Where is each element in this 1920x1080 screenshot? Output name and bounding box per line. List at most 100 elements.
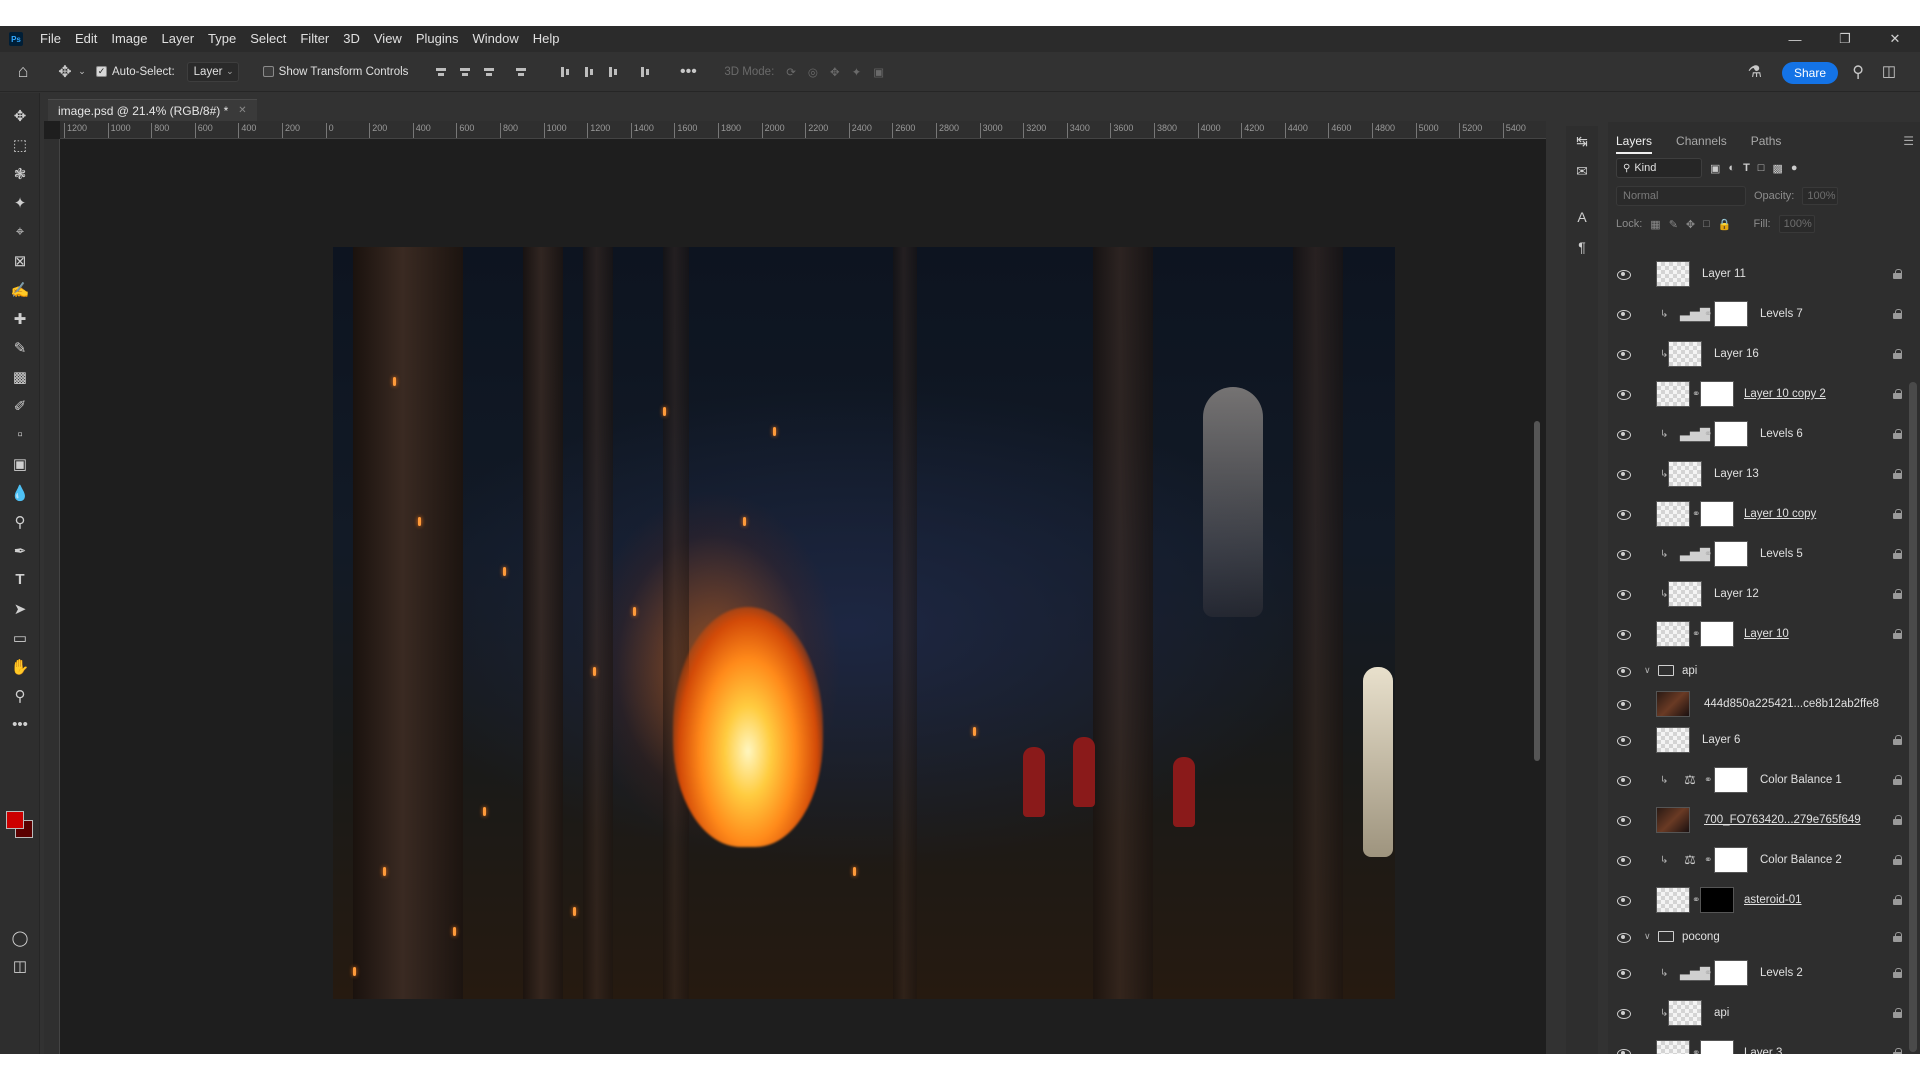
- layer-name[interactable]: Layer 10 copy 2: [1744, 388, 1826, 400]
- menu-type[interactable]: Type: [201, 26, 243, 52]
- layer-row[interactable]: ∨ pocong: [1608, 920, 1906, 953]
- quick-mask-icon[interactable]: ◯: [0, 923, 40, 952]
- type-tool-icon[interactable]: T: [0, 565, 40, 594]
- layer-row[interactable]: ↳ ▃▅▇ ⚭ Levels 7: [1608, 294, 1906, 334]
- layer-row[interactable]: ↳ ▃▅▇ ⚭ Levels 6: [1608, 414, 1906, 454]
- fill-field[interactable]: 100%: [1778, 215, 1815, 233]
- more-options-icon[interactable]: •••: [678, 63, 698, 81]
- foreground-color-swatch[interactable]: [6, 811, 24, 829]
- layer-name[interactable]: api: [1714, 1007, 1729, 1019]
- visibility-eye-icon[interactable]: [1615, 666, 1631, 677]
- eyedropper-tool-icon[interactable]: ✍: [0, 275, 40, 304]
- layer-mask-thumbnail[interactable]: [1700, 621, 1734, 647]
- layer-mask-thumbnail[interactable]: [1714, 767, 1748, 793]
- layer-name[interactable]: Layer 16: [1714, 348, 1759, 360]
- show-transform-option[interactable]: Show Transform Controls: [262, 66, 408, 78]
- visibility-eye-icon[interactable]: [1615, 389, 1631, 400]
- marquee-tool-icon[interactable]: ⬚: [0, 130, 40, 159]
- menu-help[interactable]: Help: [526, 26, 567, 52]
- character-icon[interactable]: A: [1566, 202, 1598, 232]
- menu-3d[interactable]: 3D: [336, 26, 367, 52]
- close-icon[interactable]: ✕: [1870, 26, 1920, 52]
- layer-mask-thumbnail[interactable]: [1714, 541, 1748, 567]
- crop-tool-icon[interactable]: ⌖: [0, 217, 40, 246]
- align-left-icon[interactable]: [434, 65, 448, 79]
- visibility-eye-icon[interactable]: [1615, 349, 1631, 360]
- layer-thumbnail[interactable]: [1668, 581, 1702, 607]
- distribute-icon[interactable]: [514, 65, 528, 79]
- align-middle-icon[interactable]: [582, 65, 596, 79]
- layer-row[interactable]: ⚭ Layer 10 copy: [1608, 494, 1906, 534]
- menu-image[interactable]: Image: [104, 26, 154, 52]
- kind-filter-dropdown[interactable]: ⚲ Kind: [1616, 158, 1702, 178]
- visibility-eye-icon[interactable]: [1615, 968, 1631, 979]
- hand-tool-icon[interactable]: ✋: [0, 652, 40, 681]
- close-tab-icon[interactable]: ✕: [238, 105, 246, 116]
- edit-toolbar-icon[interactable]: •••: [0, 710, 40, 739]
- layer-row[interactable]: ⚭ Layer 10: [1608, 614, 1906, 654]
- panel-menu-icon[interactable]: ☰: [1903, 134, 1914, 148]
- pen-tool-icon[interactable]: ✒: [0, 536, 40, 565]
- paragraph-icon[interactable]: ¶: [1566, 232, 1598, 262]
- layer-name[interactable]: Layer 11: [1702, 268, 1746, 280]
- layer-name[interactable]: Layer 10 copy: [1744, 508, 1816, 520]
- layer-name[interactable]: Layer 13: [1714, 468, 1759, 480]
- visibility-eye-icon[interactable]: [1615, 855, 1631, 866]
- visibility-eye-icon[interactable]: [1615, 699, 1631, 710]
- layer-name[interactable]: Levels 6: [1760, 428, 1803, 440]
- move-tool-icon[interactable]: ✥: [0, 101, 40, 130]
- layer-thumbnail[interactable]: [1656, 261, 1690, 287]
- link-chain-icon[interactable]: ⚭: [1704, 549, 1712, 560]
- visibility-eye-icon[interactable]: [1615, 429, 1631, 440]
- search-icon[interactable]: ⚲: [1852, 62, 1864, 82]
- layer-mask-thumbnail[interactable]: [1714, 960, 1748, 986]
- layer-row[interactable]: ↳ ⚖ ⚭ Color Balance 2: [1608, 840, 1906, 880]
- screen-mode-icon[interactable]: ◫: [0, 951, 40, 980]
- brush-tool-icon[interactable]: ✎: [0, 333, 40, 362]
- layer-thumbnail[interactable]: [1656, 501, 1690, 527]
- clone-stamp-tool-icon[interactable]: ▩: [0, 362, 40, 391]
- menu-view[interactable]: View: [367, 26, 409, 52]
- layer-name[interactable]: 444d850a225421...ce8b12ab2ffe8: [1704, 698, 1879, 710]
- lock-position-icon[interactable]: ✥: [1686, 218, 1695, 231]
- layer-row[interactable]: ↳ api: [1608, 993, 1906, 1033]
- layer-row[interactable]: ↳ Layer 13: [1608, 454, 1906, 494]
- layer-row[interactable]: ∨ api: [1608, 654, 1906, 687]
- layer-mask-thumbnail[interactable]: [1714, 301, 1748, 327]
- levels-adjustment-icon[interactable]: ▃▅▇: [1680, 426, 1710, 442]
- link-chain-icon[interactable]: ⚭: [1704, 309, 1712, 320]
- shape-filter-icon[interactable]: □: [1758, 162, 1765, 174]
- layer-mask-thumbnail[interactable]: [1700, 501, 1734, 527]
- filter-toggle-icon[interactable]: ●: [1791, 162, 1798, 174]
- menu-window[interactable]: Window: [465, 26, 525, 52]
- distribute-vertical-icon[interactable]: [638, 65, 652, 79]
- align-right-icon[interactable]: [482, 65, 496, 79]
- layer-thumbnail[interactable]: [1656, 690, 1690, 717]
- color-balance-adjustment-icon[interactable]: ⚖: [1680, 852, 1700, 868]
- lock-transparent-icon[interactable]: ▦: [1650, 218, 1660, 231]
- dodge-tool-icon[interactable]: ⚲: [0, 507, 40, 536]
- layer-name[interactable]: Color Balance 2: [1760, 854, 1842, 866]
- show-transform-checkbox[interactable]: [262, 66, 274, 77]
- visibility-eye-icon[interactable]: [1615, 509, 1631, 520]
- rectangle-tool-icon[interactable]: ▭: [0, 623, 40, 652]
- visibility-eye-icon[interactable]: [1615, 895, 1631, 906]
- visibility-eye-icon[interactable]: [1615, 589, 1631, 600]
- visibility-eye-icon[interactable]: [1615, 269, 1631, 280]
- layer-thumbnail[interactable]: [1668, 1000, 1702, 1026]
- layer-row[interactable]: ↳ Layer 12: [1608, 574, 1906, 614]
- adjustment-filter-icon[interactable]: ◐: [1728, 162, 1735, 174]
- link-chain-icon[interactable]: ⚭: [1704, 429, 1712, 440]
- layer-row[interactable]: Layer 11: [1608, 254, 1906, 294]
- blur-tool-icon[interactable]: 💧: [0, 478, 40, 507]
- menu-filter[interactable]: Filter: [293, 26, 336, 52]
- visibility-eye-icon[interactable]: [1615, 735, 1631, 746]
- layer-row[interactable]: ↳ ⚖ ⚭ Color Balance 1: [1608, 760, 1906, 800]
- auto-select-option[interactable]: ✓ Auto-Select:: [96, 66, 175, 78]
- layer-name[interactable]: Layer 3: [1744, 1047, 1782, 1054]
- tab-paths[interactable]: Paths: [1751, 134, 1782, 154]
- history-icon[interactable]: ↹: [1566, 126, 1598, 156]
- lock-all-icon[interactable]: 🔒: [1718, 218, 1732, 231]
- canvas-vertical-scrollbar[interactable]: [1534, 421, 1540, 761]
- layer-thumbnail[interactable]: [1668, 461, 1702, 487]
